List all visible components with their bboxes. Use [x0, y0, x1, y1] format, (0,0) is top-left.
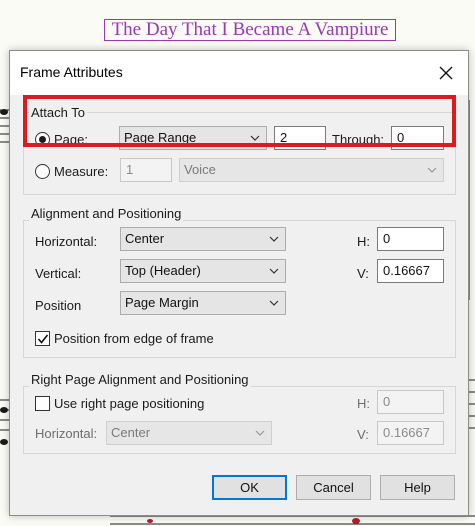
chevron-down-icon [255, 430, 265, 436]
measure-radio-label[interactable]: Measure: [54, 164, 108, 179]
right-horizontal-select[interactable]: Center [106, 421, 272, 445]
chevron-down-icon [269, 268, 279, 274]
right-v-input[interactable]: 0.16667 [377, 421, 444, 445]
close-icon [439, 66, 453, 80]
measure-scope-select[interactable]: Voice [179, 158, 444, 182]
position-from-edge-checkbox[interactable] [35, 331, 50, 346]
horizontal-label: Horizontal: [35, 234, 98, 249]
ok-button[interactable]: OK [212, 475, 287, 500]
chevron-down-icon [427, 167, 437, 173]
right-v-label: V: [357, 427, 369, 442]
highlight-box [23, 95, 456, 147]
measure-input[interactable]: 1 [120, 158, 172, 182]
right-page-group-label: Right Page Alignment and Positioning [29, 372, 251, 387]
position-from-edge-label[interactable]: Position from edge of frame [54, 331, 214, 346]
dialog-title: Frame Attributes [20, 64, 123, 80]
right-horizontal-value: Center [111, 425, 151, 440]
position-select[interactable]: Page Margin [120, 291, 286, 315]
alignment-group-label: Alignment and Positioning [29, 206, 184, 221]
vertical-value: Top (Header) [125, 263, 201, 278]
help-button[interactable]: Help [380, 475, 455, 500]
horizontal-value: Center [125, 231, 165, 246]
vertical-select[interactable]: Top (Header) [120, 259, 286, 283]
right-h-label: H: [357, 396, 370, 411]
measure-radio[interactable] [35, 164, 50, 179]
position-label: Position [35, 298, 82, 313]
right-h-input[interactable]: 0 [377, 390, 444, 414]
use-right-page-checkbox[interactable] [35, 396, 50, 411]
chevron-down-icon [269, 300, 279, 306]
position-value: Page Margin [125, 295, 199, 310]
right-horizontal-label: Horizontal: [35, 426, 98, 441]
cancel-button[interactable]: Cancel [296, 475, 371, 500]
close-button[interactable] [430, 57, 462, 89]
vertical-label: Vertical: [35, 266, 82, 281]
measure-scope-value: Voice [184, 162, 216, 177]
v-offset-input[interactable]: 0.16667 [377, 259, 444, 283]
frame-attributes-dialog: Frame Attributes Attach To Page: Page Ra… [9, 50, 469, 516]
horizontal-select[interactable]: Center [120, 227, 286, 251]
h-offset-label: H: [357, 234, 370, 249]
checkmark-icon [37, 334, 49, 344]
v-offset-label: V: [357, 266, 369, 281]
h-offset-input[interactable]: 0 [377, 227, 444, 251]
score-title[interactable]: The Day That I Became A Vampiure [104, 19, 396, 41]
use-right-page-label[interactable]: Use right page positioning [54, 396, 204, 411]
chevron-down-icon [269, 236, 279, 242]
dialog-titlebar: Frame Attributes [10, 51, 468, 95]
